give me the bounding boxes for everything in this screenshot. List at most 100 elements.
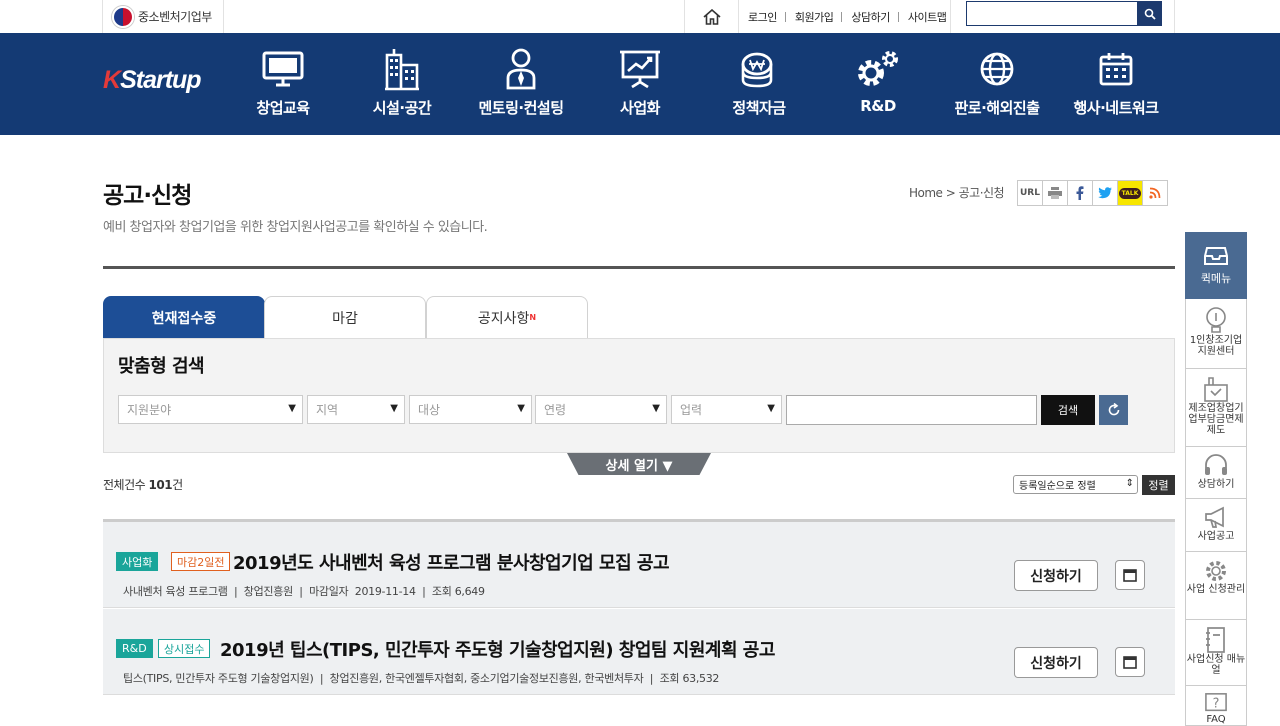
select-region[interactable]: 지역 xyxy=(307,395,405,424)
kakaotalk-share-button[interactable]: TALK xyxy=(1117,180,1143,206)
presentation-chart-icon xyxy=(620,50,660,89)
logo-text: Startup xyxy=(120,66,201,94)
tab-notices[interactable]: 공지사항 N xyxy=(426,296,588,338)
tab-label: 공지사항 xyxy=(477,310,530,327)
custom-search-panel: 맞춤형 검색 지원분야 지역 대상 연령 업력 검색 xyxy=(103,338,1175,453)
always-open-badge: 상시접수 xyxy=(158,639,211,658)
quick-item-manual[interactable]: 사업신청 매뉴얼 xyxy=(1185,620,1247,686)
tab-label: 현재접수중 xyxy=(151,310,217,327)
refresh-icon xyxy=(1108,403,1119,416)
reset-button[interactable] xyxy=(1099,395,1128,425)
rss-button[interactable] xyxy=(1142,180,1168,206)
svg-text:?: ? xyxy=(1213,697,1220,712)
inbox-icon xyxy=(1204,246,1228,265)
kakaotalk-icon: TALK xyxy=(1118,187,1142,199)
quick-item-announcements[interactable]: 사업공고 xyxy=(1185,499,1247,552)
site-search-button[interactable] xyxy=(1137,1,1162,26)
quick-menu: 퀵메뉴 1인창조기업 지원센터 제조업창업기 업부담금면제 제도 상담하기 사업… xyxy=(1185,232,1247,726)
sitemap-link[interactable]: 사이트맵 xyxy=(899,0,955,33)
title-divider xyxy=(103,266,1175,269)
quick-item-consult[interactable]: 상담하기 xyxy=(1185,447,1247,499)
total-label: 전체건수 xyxy=(103,478,146,492)
quick-item-application-management[interactable]: 사업 신청관리 xyxy=(1185,552,1247,620)
url-label: URL xyxy=(1020,188,1040,198)
login-link[interactable]: 로그인 xyxy=(739,0,786,33)
search-icon xyxy=(1144,8,1156,20)
coins-icon xyxy=(741,52,773,88)
apply-button[interactable]: 신청하기 xyxy=(1014,560,1098,591)
calendar-icon xyxy=(1099,53,1133,86)
share-toolbar: URL TALK xyxy=(1017,180,1168,206)
gear-icon xyxy=(1206,561,1226,581)
quick-item-label: FAQ xyxy=(1206,714,1226,725)
select-age[interactable]: 연령 xyxy=(535,395,667,424)
site-search xyxy=(950,0,1175,33)
top-bar: 중소벤처기업부 로그인 회원가입 상담하기 사이트맵 xyxy=(0,0,1280,33)
item-meta: 팁스(TIPS, 민간투자 주도형 기술창업지원) | 창업진흥원, 한국엔젤투… xyxy=(123,672,720,685)
question-icon: ? xyxy=(1205,693,1227,712)
facebook-share-button[interactable] xyxy=(1067,180,1093,206)
manual-icon xyxy=(1206,627,1225,653)
item-meta: 사내벤처 육성 프로그램 | 창업진흥원 | 마감일자 2019-11-14 |… xyxy=(123,585,485,598)
search-button[interactable]: 검색 xyxy=(1041,395,1095,425)
category-badge: 사업화 xyxy=(116,552,159,571)
gears-icon xyxy=(858,51,898,86)
quick-item-faq[interactable]: ? FAQ xyxy=(1185,686,1247,726)
tab-label: 마감 xyxy=(332,310,358,327)
list-item: 사업화 마감2일전 2019년도 사내벤처 육성 프로그램 분사창업기업 모집 … xyxy=(103,522,1175,608)
new-badge: N xyxy=(529,313,537,322)
url-copy-button[interactable]: URL xyxy=(1017,180,1043,206)
item-title-link[interactable]: 2019년 팁스(TIPS, 민간투자 주도형 기술창업지원) 창업팀 지원계획… xyxy=(220,636,775,662)
gnb-item-events[interactable]: 행사·네트워크 xyxy=(1046,45,1186,118)
popup-view-button[interactable] xyxy=(1115,647,1145,677)
ministry-name: 중소벤처기업부 xyxy=(138,10,212,24)
globe-icon xyxy=(980,52,1014,86)
quick-item-solo-creator[interactable]: 1인창조기업 지원센터 xyxy=(1185,299,1247,369)
breadcrumb[interactable]: Home > 공고·신청 xyxy=(909,184,1005,201)
twitter-share-button[interactable] xyxy=(1092,180,1118,206)
apply-button[interactable]: 신청하기 xyxy=(1014,647,1098,678)
quick-item-label: 상담하기 xyxy=(1197,479,1235,490)
tab-open-calls[interactable]: 현재접수중 xyxy=(103,296,265,338)
quick-item-label: 1인창조기업 지원센터 xyxy=(1189,335,1243,357)
select-target[interactable]: 대상 xyxy=(409,395,532,424)
lightbulb-icon xyxy=(1206,307,1226,333)
facebook-icon xyxy=(1076,186,1084,200)
quick-item-manufacturing[interactable]: 제조업창업기 업부담금면제 제도 xyxy=(1185,369,1247,447)
quick-menu-header[interactable]: 퀵메뉴 xyxy=(1185,232,1247,299)
search-panel-title: 맞춤형 검색 xyxy=(118,356,205,377)
signup-link[interactable]: 회원가입 xyxy=(786,0,843,33)
gnb-label: 행사·네트워크 xyxy=(1073,99,1160,117)
building-icon xyxy=(385,49,419,91)
sort-button[interactable]: 정렬 xyxy=(1142,475,1175,495)
logo-k: K xyxy=(103,66,121,94)
quick-item-label: 사업 신청관리 xyxy=(1186,584,1246,595)
select-support-field[interactable]: 지원분야 xyxy=(118,395,303,424)
keyword-input[interactable] xyxy=(786,395,1037,425)
detail-toggle-button[interactable]: 상세 열기 ▼ xyxy=(567,453,711,475)
home-link[interactable] xyxy=(685,0,739,33)
print-button[interactable] xyxy=(1042,180,1068,206)
consult-link[interactable]: 상담하기 xyxy=(842,0,900,33)
headset-icon xyxy=(1205,454,1227,475)
quick-item-label: 사업신청 매뉴얼 xyxy=(1186,654,1246,676)
category-badge: R&D xyxy=(116,639,153,658)
popup-view-button[interactable] xyxy=(1115,560,1145,590)
item-title-link[interactable]: 2019년도 사내벤처 육성 프로그램 분사창업기업 모집 공고 xyxy=(233,549,670,575)
kstartup-logo[interactable]: KStartup xyxy=(103,66,202,95)
site-search-input[interactable] xyxy=(966,1,1138,26)
sort-select[interactable]: 등록일순으로 정렬 xyxy=(1013,475,1138,494)
utility-links: 로그인 회원가입 상담하기 사이트맵 xyxy=(684,0,955,33)
home-icon xyxy=(702,8,721,25)
tab-closed[interactable]: 마감 xyxy=(264,296,426,338)
factory-icon xyxy=(1204,377,1228,402)
ministry-logo[interactable]: 중소벤처기업부 xyxy=(102,0,224,33)
rss-icon xyxy=(1149,187,1161,199)
print-icon xyxy=(1048,187,1062,199)
select-business-years[interactable]: 업력 xyxy=(671,395,782,424)
list-item: R&D 상시접수 2019년 팁스(TIPS, 민간투자 주도형 기술창업지원)… xyxy=(103,609,1175,695)
person-icon xyxy=(506,48,536,90)
total-count: 전체건수 101건 xyxy=(103,476,183,493)
twitter-icon xyxy=(1098,187,1112,199)
total-unit: 건 xyxy=(172,478,183,492)
